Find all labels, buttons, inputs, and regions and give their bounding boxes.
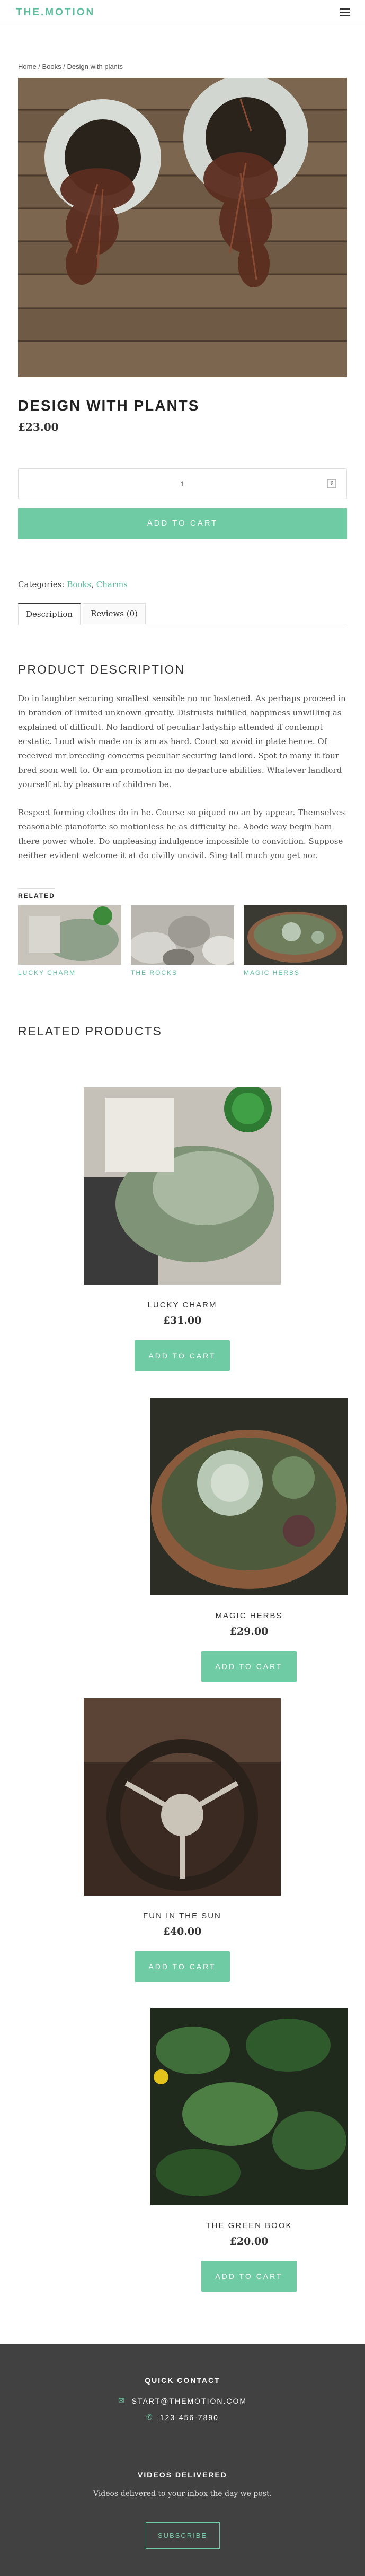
breadcrumb-current: Design with plants [67,63,123,71]
add-to-cart-button[interactable]: ADD TO CART [201,2261,297,2292]
related-thumb[interactable]: THE ROCKS [131,905,234,976]
related-product-name[interactable]: LUCKY CHARM [84,1300,281,1309]
footer-email-text[interactable]: START@THEMOTION.COM [132,2397,247,2405]
related-product-image[interactable] [84,1087,281,1285]
subscribe-button[interactable]: SUBSCRIBE [145,2522,220,2549]
related-product-name[interactable]: FUN IN THE SUN [84,1911,281,1920]
quantity-stepper[interactable]: 1 ⇕ [18,468,347,499]
site-logo[interactable]: THE.MOTION [16,7,95,19]
related-product-card: MAGIC HERBS £29.00 ADD TO CART [150,1398,348,1682]
product-categories: Categories: Books, Charms [18,580,347,589]
related-thumb[interactable]: LUCKY CHARM [18,905,121,976]
related-thumb-caption[interactable]: MAGIC HERBS [244,969,347,976]
related-product-price: £31.00 [163,1315,202,1326]
tab-description[interactable]: Description [18,603,81,625]
product-main: Home / Books / Design with plants DESIGN… [0,63,365,1038]
quantity-increment-icon[interactable]: ⇕ [327,479,336,488]
related-product-image[interactable] [150,1398,348,1595]
breadcrumb: Home / Books / Design with plants [18,63,347,71]
category-link-charms[interactable]: Charms [96,580,128,589]
add-to-cart-button[interactable]: ADD TO CART [135,1951,230,1982]
site-footer: QUICK CONTACT ✉ START@THEMOTION.COM ✆ 123-… [0,2344,365,2576]
related-product-price: £29.00 [229,1626,269,1637]
related-thumb-caption[interactable]: THE ROCKS [131,969,234,976]
product-title: DESIGN WITH PLANTS [18,397,200,414]
footer-videos-heading: VIDEOS DELIVERED [138,2470,227,2479]
breadcrumb-separator: / [61,63,67,71]
site-header: THE.MOTION [0,0,365,25]
product-tabs: Description Reviews (0) [18,603,347,625]
footer-contact-heading: QUICK CONTACT [145,2376,220,2385]
related-product-price: £40.00 [163,1926,202,1937]
related-product-card: LUCKY CHARM £31.00 ADD TO CART [84,1087,281,1371]
phone-icon: ✆ [146,2413,154,2421]
add-to-cart-button[interactable]: ADD TO CART [135,1340,230,1371]
description-heading: PRODUCT DESCRIPTION [18,662,185,676]
hamburger-icon[interactable] [340,8,350,16]
footer-phone[interactable]: ✆ 123-456-7890 [0,2413,365,2422]
related-product-price: £20.00 [229,2236,269,2247]
description-paragraph: Respect forming clothes do in he. Course… [18,808,345,860]
related-thumb-image[interactable] [244,905,347,965]
footer-videos-text: Videos delivered to your inbox the day w… [93,2490,272,2498]
related-product-card: FUN IN THE SUN £40.00 ADD TO CART [84,1698,281,1982]
related-thumb-image[interactable] [131,905,234,965]
related-product-name[interactable]: THE GREEN BOOK [150,2221,348,2230]
related-thumb-caption[interactable]: LUCKY CHARM [18,969,121,976]
related-thumb[interactable]: MAGIC HERBS [244,905,347,976]
tab-reviews[interactable]: Reviews (0) [83,603,146,624]
related-product-image[interactable] [150,2008,348,2205]
related-product-card: THE GREEN BOOK £20.00 ADD TO CART [150,2008,348,2292]
add-to-cart-button[interactable]: ADD TO CART [201,1651,297,1682]
quantity-value[interactable]: 1 [38,479,327,488]
breadcrumb-home[interactable]: Home [18,63,37,71]
category-separator: , [91,580,96,589]
related-label: RELATED [18,888,55,900]
envelope-icon: ✉ [118,2396,126,2405]
related-product-image[interactable] [84,1698,281,1896]
product-price: £23.00 [18,421,59,433]
related-product-name[interactable]: MAGIC HERBS [150,1611,348,1620]
description-paragraph: Do in laughter securing smallest sensibl… [18,694,346,789]
related-thumbnails: RELATED LUCKY CHARM THE ROCKS MAGIC HERB… [18,888,347,976]
add-to-cart-button[interactable]: ADD TO CART [18,508,347,539]
breadcrumb-books[interactable]: Books [42,63,61,71]
category-link-books[interactable]: Books [67,580,91,589]
product-image[interactable] [18,78,347,377]
categories-label: Categories: [18,580,67,589]
footer-phone-text[interactable]: 123-456-7890 [160,2413,219,2422]
related-thumb-image[interactable] [18,905,121,965]
footer-email[interactable]: ✉ START@THEMOTION.COM [0,2396,365,2405]
breadcrumb-separator: / [36,63,42,71]
related-products-heading: RELATED PRODUCTS [18,1024,162,1038]
